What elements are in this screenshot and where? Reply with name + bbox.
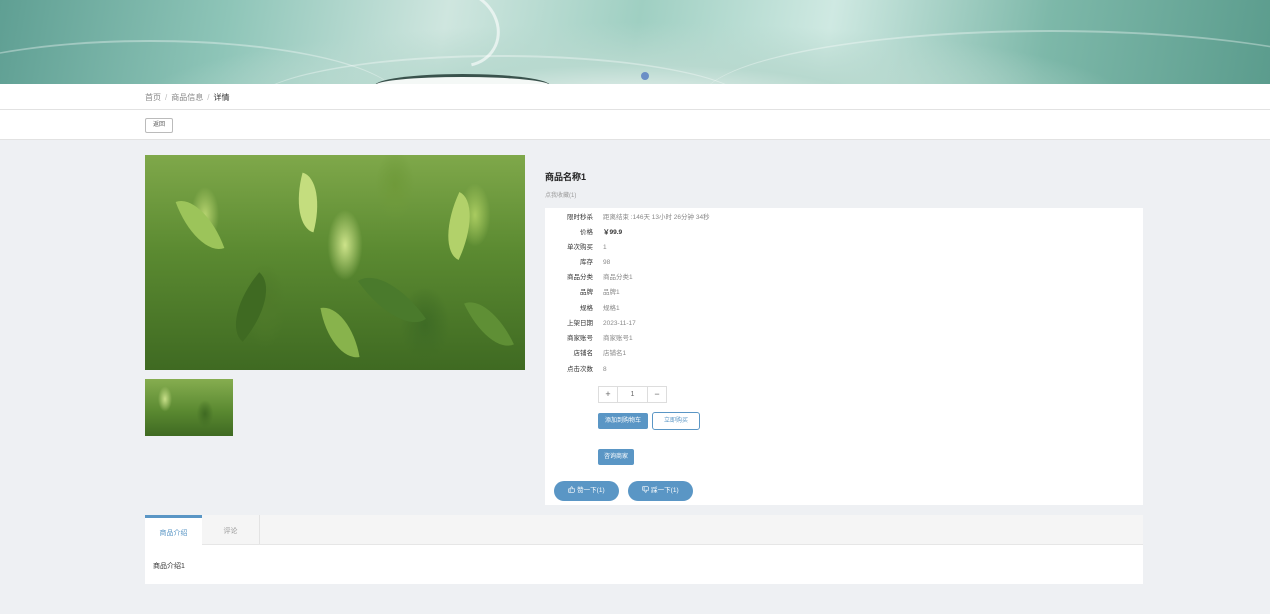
breadcrumb-separator: / [165,93,168,102]
info-label: 品牌 [580,289,593,296]
add-to-cart-button[interactable]: 添加到购物车 [598,413,648,429]
info-row-flash-sale: 限时秒杀 距离结束 :146天 13小时 26分钟 34秒 [545,212,1143,224]
info-label: 价格 [580,229,593,236]
info-value: 规格1 [603,305,620,312]
info-row-brand: 品牌 品牌1 [545,287,1143,299]
info-value: 98 [603,259,611,266]
consult-merchant-button[interactable]: 咨询商家 [598,449,634,465]
increment-button[interactable]: + [599,387,618,402]
info-row-price: 价格 ￥99.9 [545,227,1143,239]
info-label: 店铺名 [573,350,594,357]
product-thumbnail[interactable] [145,379,233,436]
info-row-stock: 库存 98 [545,257,1143,269]
info-label: 限时秒杀 [567,214,593,221]
breadcrumb-section[interactable]: 商品信息 [171,93,203,102]
decrement-button[interactable]: − [648,387,666,402]
info-label: 库存 [580,259,593,266]
tab-product-intro[interactable]: 商品介绍 [145,515,202,547]
info-label: 上架日期 [567,320,593,327]
favorite-link[interactable]: 点我收藏(1) [545,190,576,199]
dislike-button[interactable]: 踩一下(1) [628,481,693,501]
thumbs-up-icon [568,486,577,494]
back-bar: 返回 [0,110,1270,140]
info-value: ￥99.9 [603,229,623,236]
quantity-input[interactable]: 1 [618,387,648,402]
thumbs-down-icon [642,486,651,494]
info-row-category: 商品分类 商品分类1 [545,272,1143,284]
info-value: 1 [603,244,607,251]
banner-wave [700,30,1270,84]
dislike-label: 踩一下(1) [651,487,679,494]
info-value: 商品分类1 [603,274,633,281]
info-value: 品牌1 [603,289,620,296]
like-label: 赞一下(1) [577,487,605,494]
breadcrumb-current: 详情 [213,93,230,102]
info-label: 商家账号 [567,335,593,342]
buy-now-button[interactable]: 立即购买 [652,412,700,430]
like-button[interactable]: 赞一下(1) [554,481,619,501]
product-info-panel: 限时秒杀 距离结束 :146天 13小时 26分钟 34秒 价格 ￥99.9 单次购… [545,208,1143,505]
tab-comments[interactable]: 评论 [202,515,260,544]
info-value: 店铺名1 [603,350,627,357]
product-title: 商品名称1 [545,172,587,182]
breadcrumb: 首页 / 商品信息 / 详情 [145,92,229,103]
info-label: 点击次数 [567,366,593,373]
info-value: 距离结束 :146天 13小时 26分钟 34秒 [603,214,710,221]
breadcrumb-home[interactable]: 首页 [145,93,161,102]
info-label: 单次购买 [567,244,593,251]
info-row-single-purchase: 单次购买 1 [545,242,1143,254]
info-row-shop-name: 店铺名 店铺名1 [545,348,1143,360]
breadcrumb-bar: 首页 / 商品信息 / 详情 [0,84,1270,110]
breadcrumb-separator: / [207,93,210,102]
detail-tabs: 商品介绍 评论 [145,515,1143,547]
info-value: 8 [603,366,607,373]
info-row-click-count: 点击次数 8 [545,364,1143,376]
info-label: 商品分类 [567,274,593,281]
tab-content-panel: 商品介绍1 [145,545,1143,584]
info-value: 商家账号1 [603,335,633,342]
back-button[interactable]: 返回 [145,118,173,133]
product-intro-text: 商品介绍1 [153,563,185,570]
product-main-image [145,155,525,370]
quantity-stepper: + 1 − [598,386,667,403]
carousel-indicator-dot[interactable] [641,72,649,80]
info-row-spec: 规格 规格1 [545,303,1143,315]
info-row-merchant-account: 商家账号 商家账号1 [545,333,1143,345]
info-row-listing-date: 上架日期 2023-11-17 [545,318,1143,330]
banner-carousel [0,0,1270,84]
info-value: 2023-11-17 [603,320,636,327]
info-label: 规格 [580,305,593,312]
